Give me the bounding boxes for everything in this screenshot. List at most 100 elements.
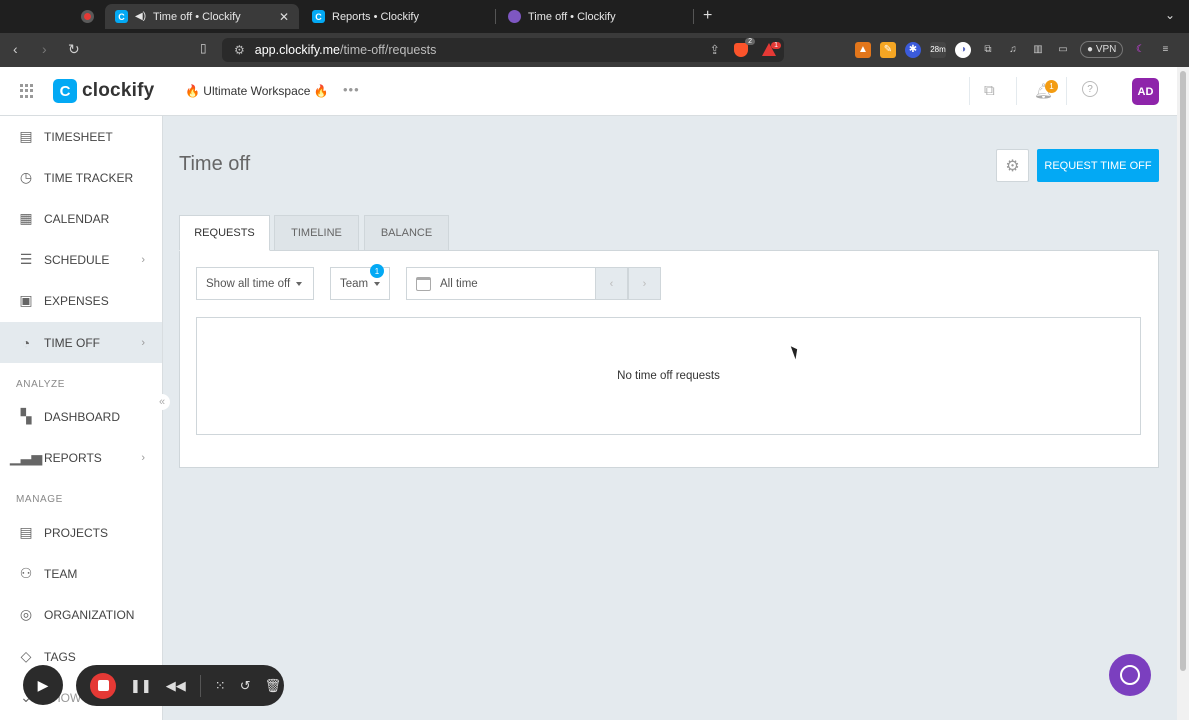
logo-text: clockify bbox=[82, 80, 155, 101]
sidebar-item-team[interactable]: ⚇ TEAM bbox=[0, 553, 162, 594]
pencil-icon[interactable]: ✎ bbox=[880, 41, 896, 58]
shield-count: 2 bbox=[745, 37, 755, 45]
gear-icon: ⚙ bbox=[1005, 157, 1020, 175]
sidebar-item-expenses[interactable]: ▣ EXPENSES bbox=[0, 280, 162, 321]
trash-icon[interactable]: 🗑︎ bbox=[265, 678, 282, 694]
leo-icon[interactable]: ☾ bbox=[1132, 42, 1148, 58]
brave-shield-icon[interactable]: 2 bbox=[734, 37, 755, 57]
expenses-icon: ▣ bbox=[19, 292, 33, 308]
app-header: C clockify 🔥 Ultimate Workspace 🔥 ••• ⧉ … bbox=[0, 67, 1177, 116]
request-time-off-button[interactable]: REQUEST TIME OFF bbox=[1037, 149, 1159, 182]
avatar[interactable]: AD bbox=[1132, 78, 1159, 105]
next-range-button[interactable]: › bbox=[628, 267, 661, 300]
sidebar-toggle-icon[interactable]: ▥ bbox=[1030, 42, 1046, 58]
sidebar-item-time-tracker[interactable]: ◷ TIME TRACKER bbox=[0, 157, 162, 198]
tab-timeline[interactable]: TIMELINE bbox=[274, 215, 359, 251]
sidebar: ▤ TIMESHEET ◷ TIME TRACKER ▦ CALENDAR ☰ … bbox=[0, 116, 163, 720]
extension-gear-icon[interactable]: ✱ bbox=[905, 41, 921, 58]
camera-icon: ▶︎ bbox=[37, 676, 49, 693]
back-icon[interactable]: ‹ bbox=[13, 41, 18, 57]
help-icon[interactable]: ? bbox=[1082, 81, 1098, 97]
extension-puzzle-icon[interactable]: ⧉ bbox=[984, 82, 995, 99]
settings-gear-button[interactable]: ⚙ bbox=[996, 149, 1029, 182]
sidebar-item-label: DASHBOARD bbox=[44, 409, 121, 424]
puzzle-icon[interactable]: ⧉ bbox=[980, 42, 996, 58]
forward-icon[interactable]: › bbox=[42, 41, 47, 57]
tab-balance[interactable]: BALANCE bbox=[364, 215, 449, 251]
restart-icon[interactable]: ↺ bbox=[240, 678, 251, 694]
wallet-icon[interactable]: ▭ bbox=[1055, 42, 1071, 58]
draw-grid-icon[interactable]: ⁙ bbox=[215, 678, 226, 694]
rewind-icon[interactable]: ◀◀ bbox=[166, 678, 186, 694]
pause-icon[interactable]: ❚❚ bbox=[130, 678, 152, 694]
extension-icons: ▲ ✎ ✱ 28m ◑ ⧉ ♫ ▥ ▭ ● VPN ☾ ≡ bbox=[855, 41, 1173, 58]
address-bar[interactable]: ⚙ app.clockify.me/time-off/requests ⇪ 2 … bbox=[222, 37, 784, 62]
timer-extension-icon[interactable]: 28m bbox=[930, 41, 946, 58]
bookmark-icon[interactable]: ▯ bbox=[200, 41, 207, 55]
chat-support-button[interactable] bbox=[1109, 654, 1151, 696]
tab-divider bbox=[693, 9, 694, 24]
sidebar-item-time-off[interactable]: ◔ TIME OFF › bbox=[0, 322, 162, 363]
previous-range-button[interactable]: ‹ bbox=[595, 267, 628, 300]
sidebar-item-label: TIME OFF bbox=[44, 335, 100, 350]
metamask-icon[interactable]: ▲ bbox=[855, 41, 871, 58]
sidebar-item-reports[interactable]: ▁▃▅ REPORTS › bbox=[0, 437, 162, 478]
camera-toggle-button[interactable]: ▶︎ bbox=[23, 665, 63, 705]
site-settings-icon[interactable]: ⚙ bbox=[234, 43, 245, 57]
tab-close-icon[interactable]: ✕ bbox=[279, 10, 289, 24]
clockify-logo[interactable]: C clockify bbox=[53, 79, 154, 103]
caret-down-icon bbox=[296, 281, 303, 286]
section-label-analyze: ANALYZE bbox=[16, 379, 66, 390]
caret-down-icon bbox=[374, 281, 381, 286]
date-range-picker[interactable]: All time bbox=[406, 267, 596, 300]
sidebar-item-label: REPORTS bbox=[44, 450, 102, 465]
rewards-count: 1 bbox=[771, 42, 781, 49]
empty-state-message: No time off requests bbox=[617, 370, 720, 382]
sidebar-item-projects[interactable]: ▤ PROJECTS bbox=[0, 512, 162, 553]
profile-extension-icon[interactable]: ◑ bbox=[955, 41, 971, 58]
schedule-icon: ☰ bbox=[19, 251, 33, 267]
notification-badge: 1 bbox=[1045, 80, 1058, 93]
team-filter-value: Team bbox=[340, 277, 369, 290]
collapse-sidebar-icon[interactable]: « bbox=[154, 394, 170, 410]
sidebar-item-label: TIMESHEET bbox=[44, 129, 113, 144]
browser-tab-time-off[interactable]: Time off • Clockify bbox=[498, 4, 692, 29]
scrollbar-thumb[interactable] bbox=[1180, 71, 1186, 671]
chevron-left-icon: ‹ bbox=[609, 277, 614, 290]
sidebar-item-label: TEAM bbox=[44, 566, 78, 581]
sidebar-item-label: TAGS bbox=[44, 649, 76, 664]
projects-icon: ▤ bbox=[19, 524, 33, 540]
workspace-menu-icon[interactable]: ••• bbox=[343, 82, 360, 97]
page-scrollbar[interactable] bbox=[1177, 67, 1189, 720]
music-icon[interactable]: ♫ bbox=[1005, 42, 1021, 58]
sidebar-item-organization[interactable]: ◎ ORGANIZATION bbox=[0, 594, 162, 635]
empty-state: No time off requests bbox=[196, 317, 1141, 435]
vpn-button[interactable]: ● VPN bbox=[1080, 41, 1124, 58]
clockify-favicon-icon: C bbox=[312, 10, 325, 23]
tab-list-chevron-icon[interactable]: ⌄ bbox=[1165, 8, 1175, 22]
section-label-manage: MANAGE bbox=[16, 494, 63, 505]
status-filter-dropdown[interactable]: Show all time off bbox=[196, 267, 314, 300]
tab-title: Reports • Clockify bbox=[332, 10, 419, 23]
sidebar-item-calendar[interactable]: ▦ CALENDAR bbox=[0, 198, 162, 239]
speaker-icon: ◀) bbox=[135, 11, 147, 22]
browser-tab-active[interactable]: C ◀) Time off • Clockify ✕ bbox=[105, 4, 299, 29]
sidebar-item-schedule[interactable]: ☰ SCHEDULE › bbox=[0, 239, 162, 280]
new-tab-icon[interactable]: + bbox=[703, 7, 712, 25]
tab-requests[interactable]: REQUESTS bbox=[179, 215, 270, 251]
recording-controls: ❚❚ ◀◀ ⁙ ↺ 🗑︎ bbox=[76, 665, 284, 706]
clockify-logo-icon: C bbox=[53, 79, 77, 103]
sidebar-item-timesheet[interactable]: ▤ TIMESHEET bbox=[0, 116, 162, 157]
share-icon[interactable]: ⇪ bbox=[710, 42, 720, 57]
reload-icon[interactable]: ↻ bbox=[68, 41, 80, 58]
timesheet-icon: ▤ bbox=[19, 128, 33, 144]
browser-tab-reports[interactable]: C Reports • Clockify bbox=[302, 4, 492, 29]
sidebar-item-dashboard[interactable]: ▚ DASHBOARD bbox=[0, 396, 162, 437]
workspace-name[interactable]: 🔥 Ultimate Workspace 🔥 bbox=[185, 84, 329, 98]
tab-divider bbox=[495, 9, 496, 24]
apps-grid-icon[interactable] bbox=[20, 84, 34, 98]
stop-recording-button[interactable] bbox=[90, 672, 116, 699]
header-divider bbox=[1066, 77, 1067, 105]
brave-rewards-icon[interactable]: 1 bbox=[762, 42, 781, 56]
menu-icon[interactable]: ≡ bbox=[1157, 42, 1173, 58]
